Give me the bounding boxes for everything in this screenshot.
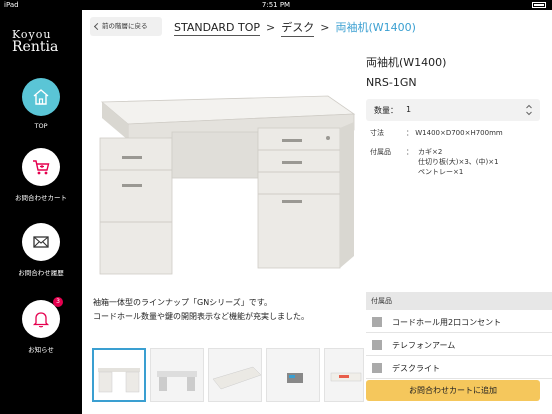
history-button[interactable] xyxy=(22,223,60,261)
sidebar-item-history[interactable]: お問合わせ履歴 xyxy=(0,223,82,277)
header: 前の階層に戻る STANDARD TOP > デスク > 両袖机(W1400) xyxy=(82,10,552,44)
thumbnail-2[interactable] xyxy=(150,348,204,402)
breadcrumb-separator: > xyxy=(320,21,330,34)
clock: 7:51 PM xyxy=(261,1,291,9)
product-title: 両袖机(W1400) xyxy=(366,56,447,69)
logo[interactable]: Koyou Rentia xyxy=(12,28,58,55)
breadcrumb-standard-top[interactable]: STANDARD TOP xyxy=(174,21,261,36)
mail-icon xyxy=(33,236,49,248)
cart-button[interactable] xyxy=(22,148,60,186)
description-line: コードホール数量や鍵の開閉表示など機能が充実しました。 xyxy=(93,312,309,321)
accessory-item: 仕切り板(大)×3、(中)×1 xyxy=(418,158,499,166)
size-label: 寸法 xyxy=(370,129,384,137)
sidebar-item-news[interactable]: 3 お知らせ xyxy=(0,297,82,354)
option-label: デスクライト xyxy=(392,364,440,373)
size-value: ： W1400×D700×H700mm xyxy=(406,129,503,137)
quantity-value: 1 xyxy=(406,105,412,114)
home-button[interactable] xyxy=(22,78,60,116)
options-header: 付属品 xyxy=(366,292,552,310)
accessories-label: 付属品 xyxy=(370,148,391,156)
accessory-item: カギ×2 xyxy=(418,148,443,156)
thumbnail-5[interactable] xyxy=(324,348,364,402)
sidebar-label-top: TOP xyxy=(34,122,48,130)
product-code: NRS-1GN xyxy=(366,76,417,89)
size-value-text: W1400×D700×H700mm xyxy=(415,129,503,137)
thumbnail-1[interactable] xyxy=(92,348,146,402)
home-icon xyxy=(33,89,49,105)
accessory-item: ペントレー×1 xyxy=(418,168,464,176)
sidebar-item-top[interactable]: TOP xyxy=(0,78,82,130)
breadcrumb-desk[interactable]: デスク xyxy=(281,19,315,37)
sidebar-label-history: お問合わせ履歴 xyxy=(18,269,64,277)
sidebar-label-news: お知らせ xyxy=(28,346,54,354)
option-item[interactable]: テレフォンアーム xyxy=(366,334,552,356)
option-checkbox[interactable] xyxy=(372,317,382,327)
option-label: コードホール用2口コンセント xyxy=(392,318,502,327)
thumbnail-3[interactable] xyxy=(208,348,262,402)
add-to-cart-button[interactable]: お問合わせカートに追加 xyxy=(366,380,540,401)
breadcrumb: STANDARD TOP > デスク > 両袖机(W1400) xyxy=(174,19,416,37)
news-button[interactable]: 3 xyxy=(22,297,63,338)
option-item[interactable]: デスクライト xyxy=(366,357,552,379)
cart-icon xyxy=(33,160,50,175)
updown-arrow-icon xyxy=(526,104,532,116)
logo-line2: Rentia xyxy=(12,39,59,55)
description-line: 袖箱一体型のラインナップ「GNシリーズ」です。 xyxy=(93,298,272,307)
sidebar-label-cart: お問合わせカート xyxy=(15,194,67,202)
breadcrumb-separator: > xyxy=(266,21,276,34)
product-info: 両袖机(W1400) NRS-1GN 数量： 1 寸法 ： W1400×D700… xyxy=(366,44,552,176)
option-item[interactable]: コードホール用2口コンセント xyxy=(366,311,552,333)
sidebar: Koyou Rentia TOP お問合わせカート お問合わせ履歴 3 お知らせ xyxy=(0,10,82,414)
bell-icon xyxy=(32,312,50,328)
product-description: 袖箱一体型のラインナップ「GNシリーズ」です。 コードホール数量や鍵の開閉表示な… xyxy=(93,296,355,324)
option-checkbox[interactable] xyxy=(372,340,382,350)
breadcrumb-current: 両袖机(W1400) xyxy=(335,21,416,34)
option-checkbox[interactable] xyxy=(372,363,382,373)
notification-badge: 3 xyxy=(53,297,63,307)
back-button[interactable]: 前の階層に戻る xyxy=(90,17,162,36)
quantity-label: 数量： xyxy=(374,106,398,115)
thumbnail-4[interactable] xyxy=(266,348,320,402)
quantity-select[interactable]: 数量： 1 xyxy=(366,99,540,121)
status-bar: iPad 7:51 PM xyxy=(0,0,552,10)
product-image[interactable] xyxy=(88,72,360,277)
battery-icon xyxy=(529,0,546,10)
option-label: テレフォンアーム xyxy=(392,341,456,350)
sidebar-item-cart[interactable]: お問合わせカート xyxy=(0,148,82,202)
